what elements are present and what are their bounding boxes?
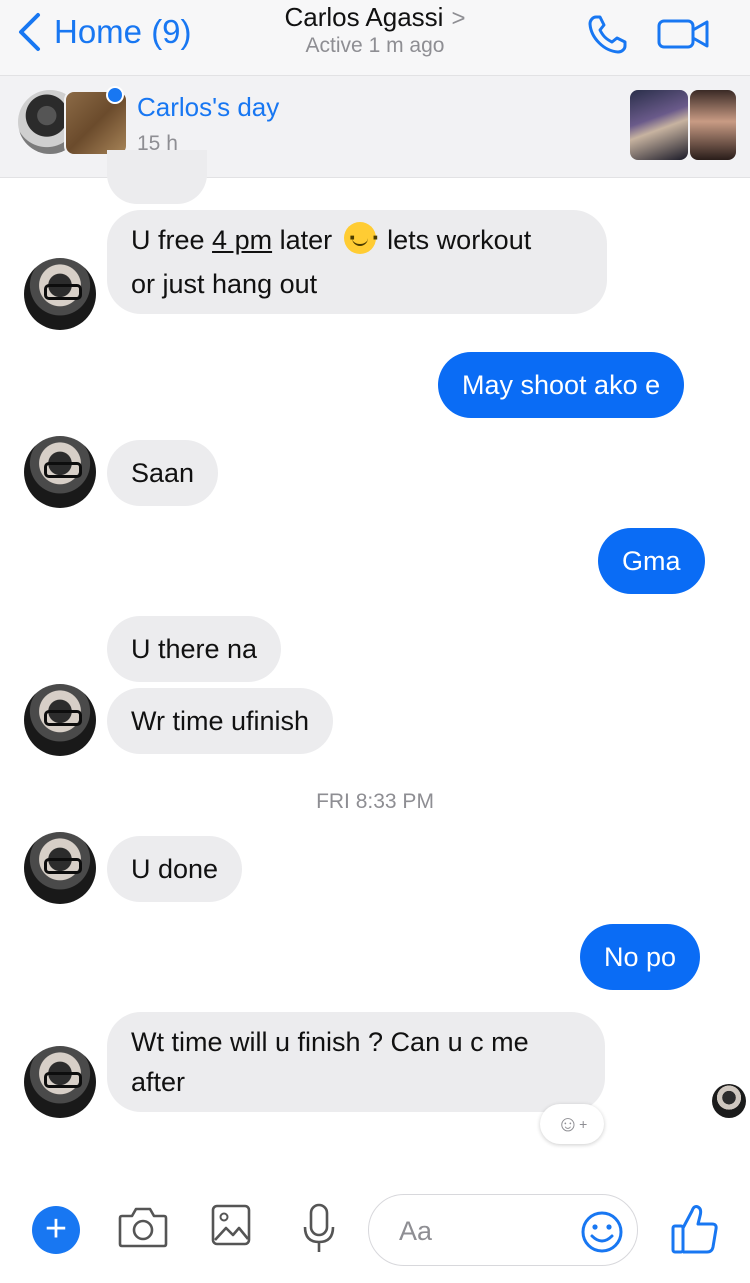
message-bubble-incoming[interactable]: Wt time will u finish ? Can u c me after <box>107 1012 605 1112</box>
message-text: Gma <box>622 546 681 576</box>
active-status: Active 1 m ago <box>305 34 445 57</box>
add-reaction-icon[interactable]: ☺ + <box>540 1104 604 1144</box>
gallery-icon[interactable] <box>210 1202 252 1248</box>
message-bubble-outgoing[interactable]: May shoot ako e <box>438 352 685 418</box>
microphone-icon[interactable] <box>300 1202 338 1258</box>
message-text: lets workout <box>387 225 532 255</box>
phone-icon[interactable] <box>584 12 630 58</box>
message-text: Wr time ufinish <box>131 706 310 736</box>
message-composer: + Aa <box>0 1180 750 1283</box>
message-bubble-outgoing[interactable]: No po <box>580 924 701 990</box>
camera-icon[interactable] <box>116 1202 170 1252</box>
timestamp-divider: FRI 8:33 PM <box>316 790 434 813</box>
sender-avatar[interactable] <box>24 258 96 330</box>
message-text: later <box>279 225 333 255</box>
thumbs-up-icon[interactable] <box>670 1202 720 1256</box>
story-preview-photo[interactable] <box>630 90 688 160</box>
message-bubble-outgoing[interactable]: Gma <box>598 528 705 594</box>
message-text: May shoot ako e <box>462 370 661 400</box>
message-link-time[interactable]: 4 pm <box>212 225 272 255</box>
message-text: No po <box>604 942 677 972</box>
message-text: or just hang out <box>131 269 318 299</box>
sender-avatar[interactable] <box>24 436 96 508</box>
emoji-icon[interactable] <box>580 1210 624 1254</box>
message-text: after <box>131 1067 186 1097</box>
message-input-placeholder: Aa <box>399 1216 433 1246</box>
message-bubble-incoming[interactable]: U there na <box>107 616 282 682</box>
story-title[interactable]: Carlos's day <box>137 92 279 123</box>
sender-avatar[interactable] <box>24 1046 96 1118</box>
chevron-right-icon: > <box>451 5 466 32</box>
message-bubble-incoming[interactable]: Saan <box>107 440 219 506</box>
add-more-icon[interactable]: + <box>32 1206 80 1254</box>
story-preview-photo[interactable] <box>690 90 736 160</box>
read-receipt-avatar <box>712 1084 746 1118</box>
video-call-icon[interactable] <box>656 14 712 54</box>
unseen-story-dot <box>106 86 124 104</box>
navigation-bar: Home (9) Carlos Agassi > Active 1 m ago <box>0 0 750 76</box>
smiley-emoji-icon <box>343 215 380 259</box>
sender-avatar[interactable] <box>24 684 96 756</box>
message-text: U free <box>131 225 205 255</box>
message-text: Wt time will u finish ? Can u c me <box>131 1027 529 1057</box>
sender-avatar[interactable] <box>24 832 96 904</box>
message-bubble-incoming[interactable]: Wr time ufinish <box>107 688 334 754</box>
message-bubble-incoming[interactable]: U free 4 pm later lets workout or just h… <box>107 210 607 314</box>
message-text: U there na <box>131 634 258 664</box>
message-text: Saan <box>131 458 195 488</box>
contact-name: Carlos Agassi <box>284 2 444 32</box>
message-bubble-partial[interactable] <box>107 150 207 204</box>
message-bubble-incoming[interactable]: U done <box>107 836 243 902</box>
message-text: U done <box>131 854 219 884</box>
